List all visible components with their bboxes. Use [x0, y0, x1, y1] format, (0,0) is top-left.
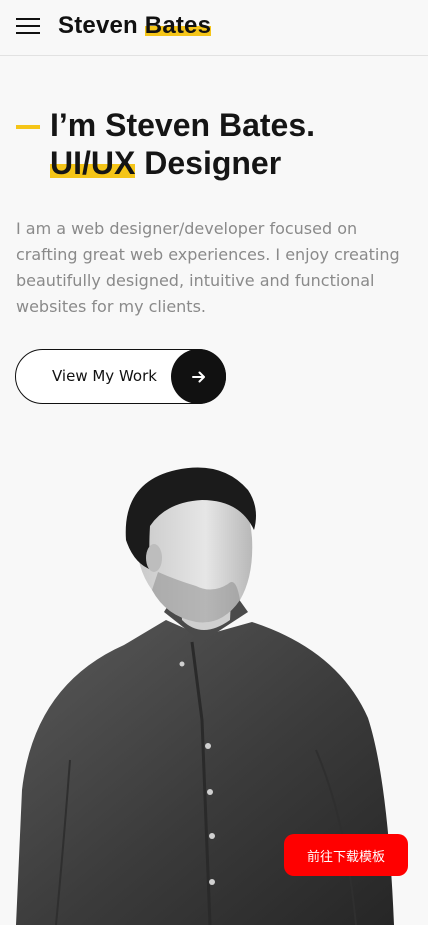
intro-text: I am a web designer/developer focused on…: [16, 219, 400, 316]
title-accent-dash: [16, 125, 40, 129]
download-template-button[interactable]: 前往下载模板: [284, 834, 408, 876]
view-my-work-label: View My Work: [52, 367, 157, 385]
site-logo[interactable]: Steven Bates: [58, 12, 212, 40]
hamburger-menu-icon[interactable]: [16, 18, 40, 36]
logo-first-name: Steven: [58, 12, 138, 39]
top-navbar: Steven Bates: [0, 0, 428, 56]
hero-title-line2: UI/UX Designer: [50, 144, 315, 182]
hero-title-line1: I’m Steven Bates.: [50, 107, 315, 143]
role-highlight: UI/UX: [50, 145, 136, 181]
arrow-right-icon: [171, 349, 226, 404]
logo-last-name: Bates: [144, 12, 212, 39]
view-my-work-button[interactable]: View My Work: [15, 349, 226, 404]
hero-title: I’m Steven Bates. UI/UX Designer: [50, 106, 315, 182]
hero-title-line2-rest: Designer: [135, 145, 282, 181]
